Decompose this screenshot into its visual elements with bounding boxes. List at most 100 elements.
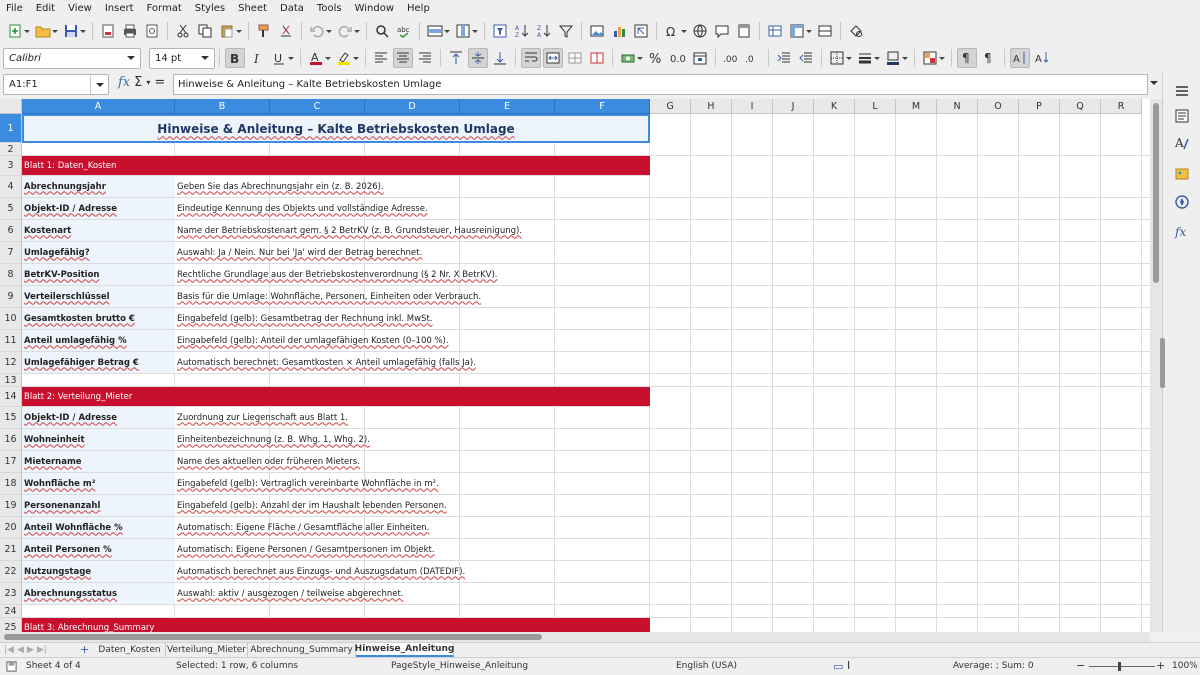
horizontal-scroll-thumb[interactable] [4, 634, 542, 640]
section-header-cell[interactable]: Blatt 1: Daten_Kosten [22, 156, 650, 175]
description-cell[interactable]: Eindeutige Kennung des Objekts und volls… [175, 198, 650, 219]
column-header[interactable]: F [555, 99, 650, 114]
row-icon[interactable] [425, 21, 450, 41]
center-vertically-icon[interactable] [468, 48, 488, 68]
formula-equals-icon[interactable]: = [154, 75, 165, 90]
formula-input[interactable]: Hinweise & Anleitung – Kalte Betriebskos… [173, 74, 1148, 95]
paste-icon[interactable] [217, 21, 242, 41]
label-cell[interactable]: Objekt-ID / Adresse [22, 407, 175, 428]
menu-window[interactable]: Window [355, 3, 394, 14]
wrap-text-icon[interactable] [521, 48, 541, 68]
row-header[interactable]: 23 [0, 583, 22, 605]
label-cell[interactable]: Anteil umlagefähig % [22, 330, 175, 351]
column-header[interactable]: K [814, 99, 855, 114]
prev-sheet-icon[interactable]: ◀ [17, 645, 24, 655]
row-header[interactable]: 22 [0, 561, 22, 583]
print-icon[interactable] [120, 21, 140, 41]
label-cell[interactable]: Wohneinheit [22, 429, 175, 450]
menu-file[interactable]: File [6, 3, 23, 14]
page-title-cell[interactable]: Hinweise & Anleitung – Kalte Betriebskos… [22, 114, 650, 143]
column-header[interactable]: P [1019, 99, 1060, 114]
sort-ascending-icon[interactable]: AZ [512, 21, 532, 41]
sum-dropdown-icon[interactable]: ▾ [146, 78, 150, 87]
description-cell[interactable]: Zuordnung zur Liegenschaft aus Blatt 1. [175, 407, 650, 428]
navigator-icon[interactable] [1174, 194, 1190, 210]
column-header[interactable]: O [978, 99, 1019, 114]
tab-daten-kosten[interactable]: Daten_Kosten [94, 643, 166, 657]
description-cell[interactable]: Automatisch berechnet aus Einzugs- und A… [175, 561, 650, 582]
column-header[interactable]: L [855, 99, 896, 114]
print-preview-icon[interactable] [142, 21, 162, 41]
menu-insert[interactable]: Insert [105, 3, 134, 14]
menu-help[interactable]: Help [407, 3, 430, 14]
font-name-dropdown-icon[interactable] [122, 49, 140, 68]
label-cell[interactable]: Wohnfläche m² [22, 473, 175, 494]
function-wizard-icon[interactable]: fx [118, 75, 130, 90]
vertical-text-icon[interactable]: A [1032, 48, 1052, 68]
first-sheet-icon[interactable]: |◀ [4, 645, 14, 655]
border-style-icon[interactable] [855, 48, 880, 68]
underline-icon[interactable]: U [269, 48, 294, 68]
redo-icon[interactable] [335, 21, 360, 41]
zoom-level[interactable]: 100% [1172, 661, 1198, 671]
description-cell[interactable]: Auswahl: aktiv / ausgezogen / teilweise … [175, 583, 650, 604]
delete-decimal-icon[interactable]: .0 [743, 48, 763, 68]
label-cell[interactable]: Anteil Wohnfläche % [22, 517, 175, 538]
tab-hinweise-anleitung[interactable]: Hinweise_Anleitung [355, 643, 454, 657]
description-cell[interactable]: Automatisch: Eigene Fläche / Gesamtfläch… [175, 517, 650, 538]
menu-edit[interactable]: Edit [36, 3, 55, 14]
label-cell[interactable]: Kostenart [22, 220, 175, 241]
description-cell[interactable]: Eingabefeld (gelb): Anzahl der im Hausha… [175, 495, 650, 516]
label-cell[interactable]: Abrechnungsjahr [22, 176, 175, 197]
font-size-dropdown-icon[interactable] [196, 49, 214, 68]
column-header[interactable]: A [22, 99, 175, 114]
column-header[interactable]: H [691, 99, 732, 114]
save-icon[interactable] [61, 21, 86, 41]
font-color-icon[interactable]: A [306, 48, 331, 68]
bold-icon[interactable]: B [225, 48, 245, 68]
column-header[interactable]: B [175, 99, 270, 114]
autofilter-icon[interactable] [556, 21, 576, 41]
description-cell[interactable]: Auswahl: Ja / Nein. Nur bei 'Ja' wird de… [175, 242, 650, 263]
align-top-icon[interactable] [446, 48, 466, 68]
last-sheet-icon[interactable]: ▶| [37, 645, 47, 655]
row-header[interactable]: 13 [0, 374, 22, 387]
name-box[interactable]: A1:F1 [3, 74, 109, 95]
row-header[interactable]: 6 [0, 220, 22, 242]
insert-chart-icon[interactable] [609, 21, 629, 41]
label-cell[interactable]: Anteil Personen % [22, 539, 175, 560]
label-cell[interactable]: Mietername [22, 451, 175, 472]
zoom-slider-handle[interactable] [1118, 662, 1121, 671]
description-cell[interactable]: Automatisch: Eigene Personen / Gesamtper… [175, 539, 650, 560]
row-header[interactable]: 17 [0, 451, 22, 473]
unmerge-cells-icon[interactable] [587, 48, 607, 68]
highlight-color-icon[interactable] [334, 48, 359, 68]
zoom-in-icon[interactable]: + [1156, 659, 1165, 672]
cut-icon[interactable] [173, 21, 193, 41]
text-orientation-icon[interactable]: A [1010, 48, 1030, 68]
row-header[interactable]: 3 [0, 156, 22, 176]
row-header[interactable]: 2 [0, 143, 22, 156]
menu-sheet[interactable]: Sheet [238, 3, 267, 14]
text-direction-ltr-icon[interactable]: ¶ [957, 48, 977, 68]
label-cell[interactable]: Nutzungstage [22, 561, 175, 582]
row-header[interactable]: 8 [0, 264, 22, 286]
status-summary[interactable]: Average: ; Sum: 0 [953, 661, 1034, 671]
row-header[interactable]: 21 [0, 539, 22, 561]
insert-image-icon[interactable] [587, 21, 607, 41]
document-modified-icon[interactable] [6, 661, 17, 672]
tab-abrechnung-summary[interactable]: Abrechnung_Summary [248, 643, 356, 657]
page-style[interactable]: PageStyle_Hinweise_Anleitung [391, 661, 528, 671]
selection-mode-icon[interactable]: ▭ [833, 660, 843, 673]
zoom-out-icon[interactable]: − [1076, 659, 1085, 672]
section-header-cell[interactable]: Blatt 2: Verteilung_Mieter [22, 387, 650, 406]
description-cell[interactable]: Eingabefeld (gelb): Gesamtbetrag der Rec… [175, 308, 650, 329]
column-header[interactable]: I [732, 99, 773, 114]
row-header[interactable]: 12 [0, 352, 22, 374]
label-cell[interactable]: Verteilerschlüssel [22, 286, 175, 307]
column-header[interactable]: M [896, 99, 937, 114]
new-document-icon[interactable] [5, 21, 30, 41]
open-folder-icon[interactable] [33, 21, 58, 41]
label-cell[interactable]: BetrKV-Position [22, 264, 175, 285]
add-sheet-icon[interactable]: + [80, 643, 89, 656]
